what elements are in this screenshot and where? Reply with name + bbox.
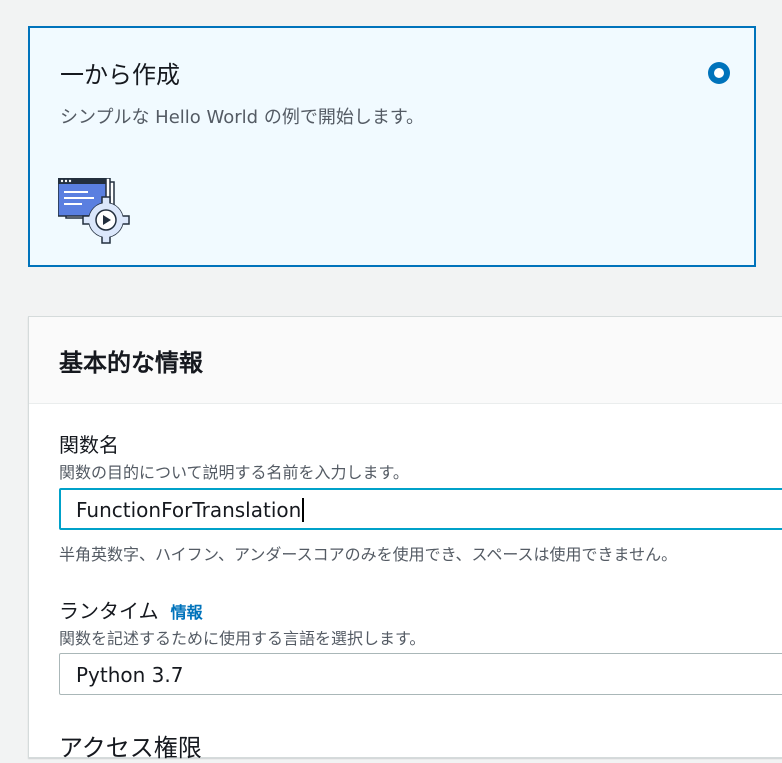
function-name-description: 関数の目的について説明する名前を入力します。: [59, 463, 409, 482]
basic-information-panel: 基本的な情報 関数名 関数の目的について説明する名前を入力します。 Functi…: [28, 316, 782, 762]
panel-header: 基本的な情報: [29, 317, 782, 404]
function-name-input[interactable]: FunctionForTranslation: [59, 488, 782, 530]
function-name-label: 関数名: [59, 433, 119, 457]
option-radio-button[interactable]: [708, 62, 730, 84]
option-description: シンプルな Hello World の例で開始します。: [60, 107, 425, 128]
function-name-value: FunctionForTranslation: [76, 498, 302, 522]
permissions-section-heading: アクセス権限: [59, 734, 202, 762]
option-title: 一から作成: [60, 61, 180, 89]
runtime-label-row: ランタイム 情報: [59, 595, 203, 624]
function-name-hint: 半角英数字、ハイフン、アンダースコアのみを使用でき、スペースは使用できません。: [59, 545, 678, 564]
runtime-description: 関数を記述するために使用する言語を選択します。: [59, 629, 426, 648]
runtime-selected-value: Python 3.7: [76, 663, 184, 687]
runtime-info-link[interactable]: 情報: [171, 603, 203, 622]
runtime-label: ランタイム: [59, 599, 159, 623]
text-cursor: [302, 498, 305, 522]
author-from-scratch-card[interactable]: 一から作成 シンプルな Hello World の例で開始します。: [28, 26, 756, 267]
runtime-select[interactable]: Python 3.7: [59, 653, 782, 695]
code-window-gear-icon: [58, 178, 130, 244]
panel-title: 基本的な情報: [59, 349, 203, 377]
